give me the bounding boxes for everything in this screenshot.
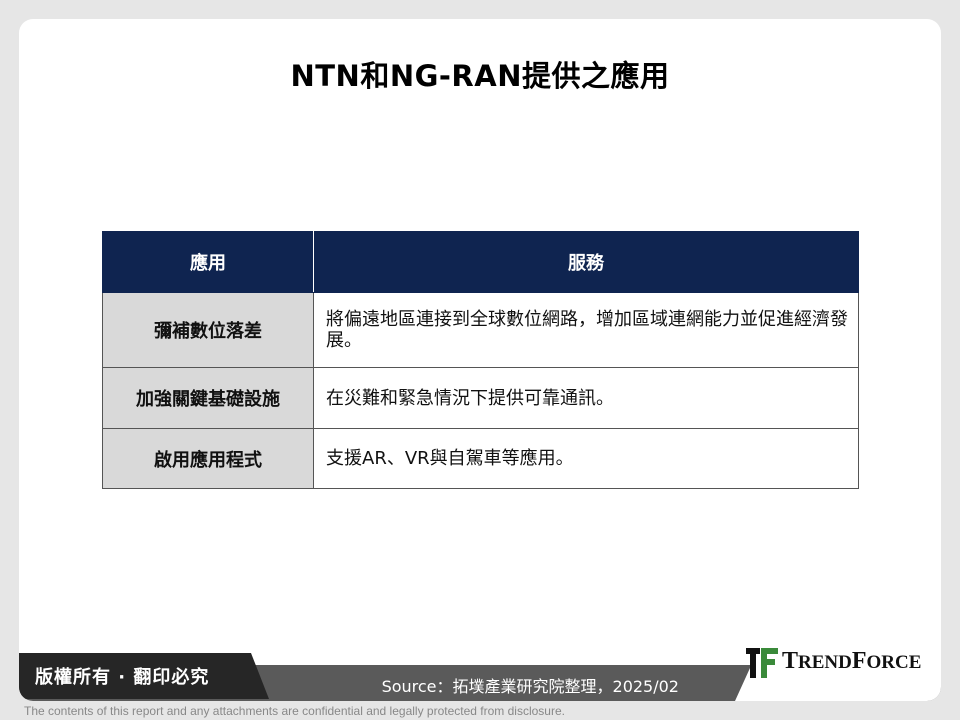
header-application: 應用	[102, 231, 314, 293]
table-row: 加強關鍵基礎設施 在災難和緊急情況下提供可靠通訊。	[102, 367, 859, 429]
application-cell: 加強關鍵基礎設施	[102, 367, 314, 429]
service-cell: 在災難和緊急情況下提供可靠通訊。	[313, 367, 859, 429]
header-service: 服務	[313, 231, 859, 293]
table-row: 啟用應用程式 支援AR、VR與自駕車等應用。	[102, 428, 859, 489]
logo-wordmark: TRENDFORCE	[782, 648, 922, 674]
copyright-label: 版權所有 · 翻印必究	[19, 653, 269, 699]
table-header-row: 應用 服務	[102, 231, 859, 293]
page-title: NTN和NG-RAN提供之應用	[290, 59, 670, 93]
slide: NTN和NG-RAN提供之應用 應用 服務 彌補數位落差 將偏遠地區連接到全球數…	[19, 19, 941, 701]
application-cell: 彌補數位落差	[102, 292, 314, 368]
applications-table: 應用 服務 彌補數位落差 將偏遠地區連接到全球數位網路，增加區域連網能力並促進經…	[102, 231, 859, 489]
source-text: Source：拓墣產業研究院整理，2025/02	[381, 677, 679, 696]
service-cell: 將偏遠地區連接到全球數位網路，增加區域連網能力並促進經濟發展。	[313, 292, 859, 368]
service-cell: 支援AR、VR與自駕車等應用。	[313, 428, 859, 489]
table-row: 彌補數位落差 將偏遠地區連接到全球數位網路，增加區域連網能力並促進經濟發展。	[102, 292, 859, 368]
trendforce-logo-icon	[746, 648, 778, 678]
disclaimer-text: The contents of this report and any atta…	[24, 704, 565, 718]
application-cell: 啟用應用程式	[102, 428, 314, 489]
